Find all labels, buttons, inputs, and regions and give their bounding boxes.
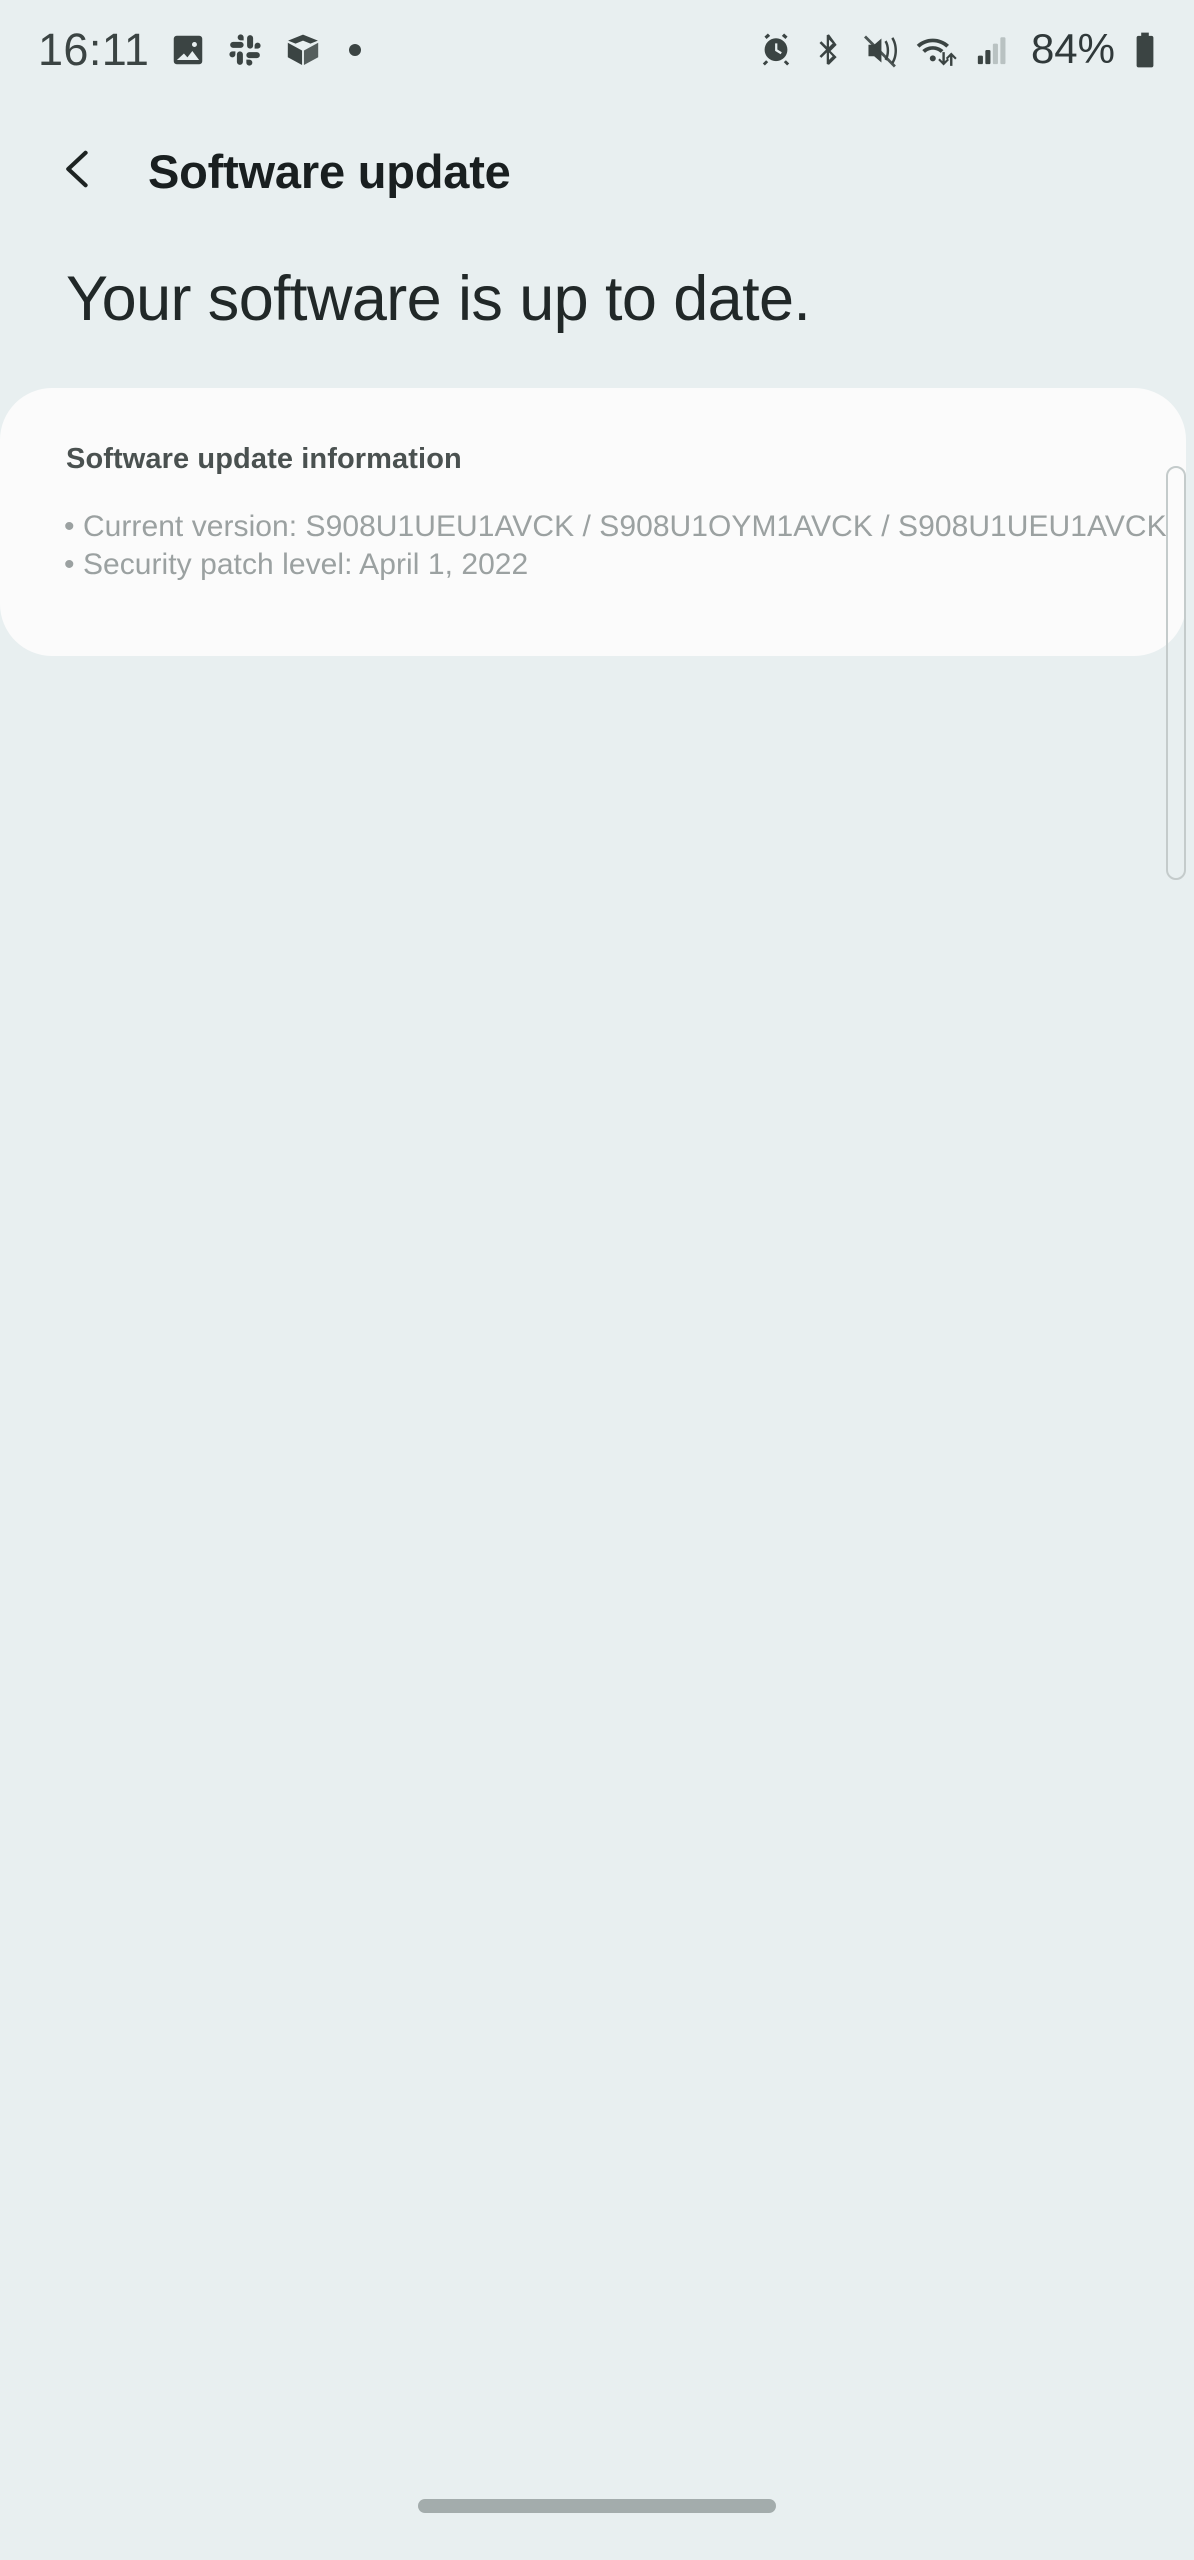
status-bar-right-group: 84% [758,25,1158,72]
status-bar-clock: 16:11 [38,23,150,75]
mute-vibrate-icon [862,32,899,69]
alarm-icon [758,32,794,68]
status-bar-left-group: 16:11 [38,23,362,75]
battery-icon [1132,31,1158,69]
vertical-scroll-indicator[interactable] [1166,466,1186,880]
page-title: Software update [148,144,511,198]
home-gesture-handle[interactable] [418,2499,776,2513]
security-patch-line: • Security patch level: April 1, 2022 [64,548,529,582]
chevron-left-icon [52,143,104,200]
card-title: Software update information [66,443,462,475]
more-notifications-dot [349,44,362,56]
slack-icon [227,32,263,68]
status-headline: Your software is up to date. [66,264,811,334]
card-body: • Current version: S908U1UEU1AVCK / S908… [64,508,1167,585]
phone-screen: 16:11 84% Software update Your software … [0,0,1194,2560]
wifi-data-icon [916,31,958,69]
battery-percent-label: 84% [1030,25,1115,72]
signal-icon [975,33,1009,67]
status-bar[interactable]: 16:11 84% [0,0,1194,100]
current-version-line: • Current version: S908U1UEU1AVCK / S908… [64,510,1167,543]
back-button[interactable] [30,123,126,219]
bluetooth-icon [811,33,845,67]
app-bar: Software update [0,117,1194,225]
gallery-icon [170,32,206,68]
package-icon [284,31,322,69]
